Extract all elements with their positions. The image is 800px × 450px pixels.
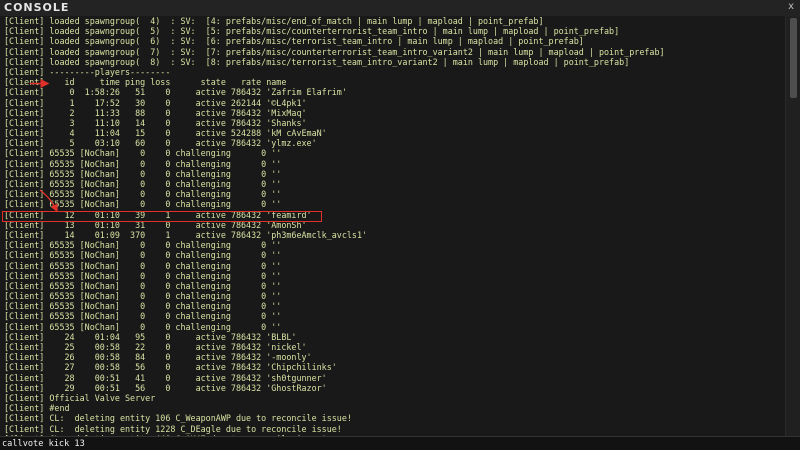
log-line: [Client] loaded spawngroup( 6) : SV: [6:… bbox=[4, 36, 584, 47]
log-line: [Client] 4 11:04 15 0 active 524288 'kM … bbox=[4, 128, 327, 139]
log-line: [Client] 27 00:58 56 0 active 786432 'Ch… bbox=[4, 362, 337, 373]
close-icon[interactable]: x bbox=[788, 1, 794, 12]
log-line: [Client] loaded spawngroup( 4) : SV: [4:… bbox=[4, 16, 544, 26]
log-line: [Client] 5 03:10 60 0 active 786432 'ylm… bbox=[4, 138, 317, 149]
log-line: [Client] 65535 [NoChan] 0 0 challenging … bbox=[4, 199, 282, 210]
log-line: [Client] 29 00:51 56 0 active 786432 'Gh… bbox=[4, 382, 327, 393]
log-line: [Client] 65535 [NoChan] 0 0 challenging … bbox=[4, 270, 282, 281]
log-line: [Client] 65535 [NoChan] 0 0 challenging … bbox=[4, 321, 282, 332]
log-line: [Client] 14 01:09 370 1 active 786432 'p… bbox=[4, 229, 368, 240]
command-input-bar bbox=[0, 436, 800, 450]
log-line: [Client] CL: deleting entity 1228 C_DEag… bbox=[4, 423, 342, 434]
log-line: [Client] 65535 [NoChan] 0 0 challenging … bbox=[4, 291, 282, 302]
log-line: [Client] loaded spawngroup( 8) : SV: [8:… bbox=[4, 56, 630, 67]
log-line: [Client] 65535 [NoChan] 0 0 challenging … bbox=[4, 158, 282, 169]
log-line: [Client] 65535 [NoChan] 0 0 challenging … bbox=[4, 148, 282, 159]
log-line: [Client] 65535 [NoChan] 0 0 challenging … bbox=[4, 179, 282, 189]
console-titlebar[interactable]: CONSOLE x bbox=[0, 0, 800, 17]
log-line: [Client] CL: deleting entity 106 C_Weapo… bbox=[4, 413, 352, 424]
log-lines: [Client] loaded spawngroup( 4) : SV: [4:… bbox=[4, 16, 784, 436]
log-line: [Client] 65535 [NoChan] 0 0 challenging … bbox=[4, 280, 282, 291]
log-line: [Client] 2 11:33 88 0 active 786432 'Mix… bbox=[4, 107, 307, 118]
console-output: [Client] loaded spawngroup( 4) : SV: [4:… bbox=[0, 16, 786, 436]
log-line: [Client] Official Valve Server bbox=[4, 392, 156, 403]
scrollbar-track[interactable] bbox=[785, 16, 800, 436]
log-line: [Client] 65535 [NoChan] 0 0 challenging … bbox=[4, 301, 282, 312]
command-input[interactable] bbox=[2, 437, 792, 450]
log-line: [Client] 28 00:51 41 0 active 786432 'sh… bbox=[4, 372, 327, 383]
log-line: [Client] ---------players-------- bbox=[4, 66, 171, 77]
log-line: [Client] 65535 [NoChan] 0 0 challenging … bbox=[4, 189, 282, 200]
log-line: [Client] 65535 [NoChan] 0 0 challenging … bbox=[4, 260, 282, 271]
log-line: [Client] 65535 [NoChan] 0 0 challenging … bbox=[4, 240, 282, 251]
log-line: [Client] 1 17:52 30 0 active 262144 '©L4… bbox=[4, 97, 307, 108]
log-line: [Client] 24 01:04 95 0 active 786432 'BL… bbox=[4, 331, 297, 342]
log-line: [Client] loaded spawngroup( 5) : SV: [5:… bbox=[4, 26, 620, 37]
log-line: [Client] 26 00:58 84 0 active 786432 '-m… bbox=[4, 352, 312, 363]
log-line: [Client] 13 01:10 31 0 active 786432 'Am… bbox=[4, 219, 307, 230]
console-title: CONSOLE bbox=[4, 1, 70, 14]
log-line: [Client] loaded spawngroup( 7) : SV: [7:… bbox=[4, 46, 665, 57]
log-line: [Client] 0 1:58:26 51 0 active 786432 'Z… bbox=[4, 87, 347, 98]
log-line: [Client] 3 11:10 14 0 active 786432 'Sha… bbox=[4, 117, 307, 128]
log-line: [Client] id time ping loss state rate na… bbox=[4, 77, 287, 88]
log-line: [Client] 25 00:58 22 0 active 786432 'ni… bbox=[4, 342, 307, 352]
log-line: [Client] 65535 [NoChan] 0 0 challenging … bbox=[4, 311, 282, 322]
log-line: [Client] 65535 [NoChan] 0 0 challenging … bbox=[4, 250, 282, 261]
scrollbar-thumb[interactable] bbox=[790, 18, 797, 98]
log-line: [Client] 65535 [NoChan] 0 0 challenging … bbox=[4, 168, 282, 179]
console-window: CONSOLE x [Client] loaded spawngroup( 4)… bbox=[0, 0, 800, 450]
log-line: [Client] #end bbox=[4, 403, 70, 414]
log-line: [Client] 12 01:10 39 1 active 786432 'fe… bbox=[4, 209, 312, 220]
